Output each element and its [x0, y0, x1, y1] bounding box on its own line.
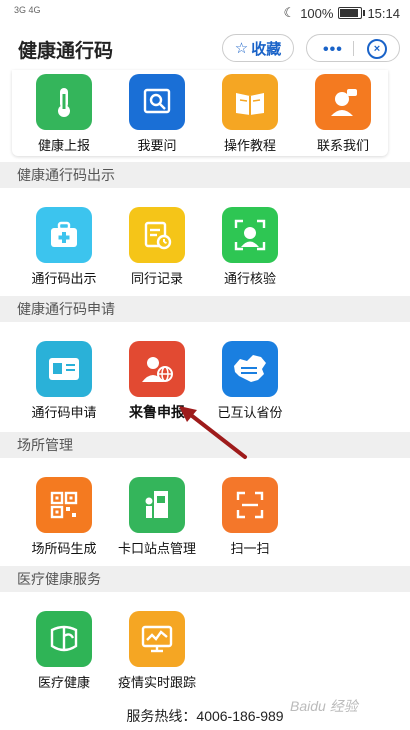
- star-icon: ☆: [234, 40, 249, 57]
- thermometer-icon: [36, 74, 92, 130]
- menu-item[interactable]: 健康上报: [17, 74, 111, 154]
- book-icon: [222, 74, 278, 130]
- menu-item[interactable]: 扫一扫: [203, 477, 297, 557]
- menu-item[interactable]: 操作教程: [203, 74, 297, 154]
- medical-kit-icon: [36, 207, 92, 263]
- section-header: 健康通行码申请: [0, 296, 410, 322]
- status-bar: 3G 4G ☾ 100% 15:14: [0, 0, 410, 26]
- scan-icon: [222, 477, 278, 533]
- menu-item-label: 操作教程: [223, 138, 276, 153]
- menu-item-label: 通行码出示: [31, 271, 97, 286]
- china-map-icon: [222, 341, 278, 397]
- menu-item[interactable]: 医疗健康: [17, 611, 111, 691]
- menu-item[interactable]: 通行核验: [203, 207, 297, 287]
- arrow-annotation: [179, 406, 247, 459]
- menu-item-label: 通行核验: [223, 271, 276, 286]
- menu-item[interactable]: 同行记录: [110, 207, 204, 287]
- id-card-icon: [36, 341, 92, 397]
- menu-item-label: 医疗健康: [37, 675, 90, 690]
- menu-item[interactable]: 通行码申请: [17, 341, 111, 421]
- battery-percent: 100%: [300, 5, 334, 21]
- checkpoint-icon: [129, 477, 185, 533]
- capsule-divider: [353, 41, 354, 56]
- battery-icon: [338, 7, 366, 19]
- favorite-button[interactable]: ☆ 收藏: [222, 34, 294, 62]
- menu-item[interactable]: 场所码生成: [17, 477, 111, 557]
- menu-item[interactable]: 卡口站点管理: [110, 477, 204, 557]
- app-header: 健康通行码 ☆ 收藏 ••• ×: [0, 26, 410, 70]
- menu-item-label: 场所码生成: [31, 541, 97, 556]
- person-globe-icon: [129, 341, 185, 397]
- menu-item-label: 我要问: [137, 138, 177, 153]
- health-shield-icon: [36, 611, 92, 667]
- signal-indicator: 3G 4G: [14, 5, 41, 15]
- support-agent-icon: [315, 74, 371, 130]
- section-header: 医疗健康服务: [0, 566, 410, 592]
- miniapp-capsule: ••• ×: [306, 34, 400, 62]
- menu-item-label: 疫情实时跟踪: [117, 675, 196, 690]
- menu-item-label: 同行记录: [130, 271, 183, 286]
- menu-item-label: 扫一扫: [230, 541, 270, 556]
- close-icon[interactable]: ×: [367, 39, 387, 59]
- search-question-icon: [129, 74, 185, 130]
- moon-icon: ☾: [283, 5, 296, 20]
- section-header: 健康通行码出示: [0, 162, 410, 188]
- favorite-label: 收藏: [251, 40, 282, 58]
- menu-item-label: 健康上报: [37, 138, 90, 153]
- face-scan-icon: [222, 207, 278, 263]
- qr-code-icon: [36, 477, 92, 533]
- clock: 15:14: [367, 5, 400, 21]
- menu-item[interactable]: 通行码出示: [17, 207, 111, 287]
- menu-item-label: 通行码申请: [31, 405, 97, 420]
- page-title: 健康通行码: [18, 41, 114, 62]
- watermark: Baidu 经验: [290, 698, 358, 714]
- monitor-chart-icon: [129, 611, 185, 667]
- menu-item[interactable]: 我要问: [110, 74, 204, 154]
- more-icon[interactable]: •••: [323, 41, 343, 59]
- menu-item[interactable]: 疫情实时跟踪: [110, 611, 204, 691]
- menu-item-label: 联系我们: [316, 138, 369, 153]
- menu-item[interactable]: 联系我们: [296, 74, 390, 154]
- menu-item-label: 卡口站点管理: [117, 541, 196, 556]
- record-clock-icon: [129, 207, 185, 263]
